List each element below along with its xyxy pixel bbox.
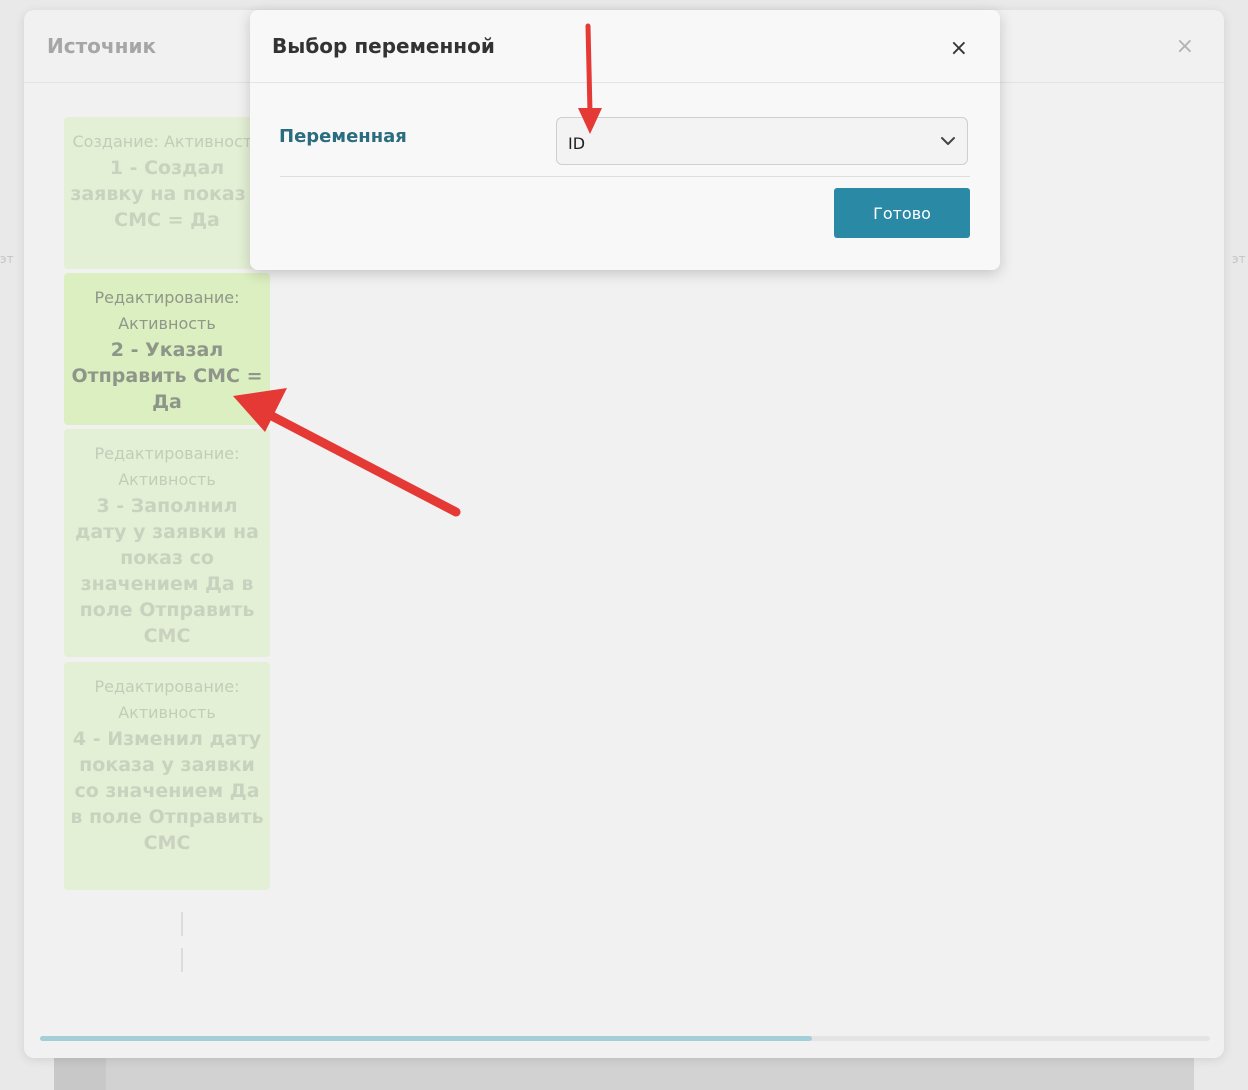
step-card-name: 3 - Заполнил дату у заявки на показ со з… xyxy=(74,495,260,647)
background-edge-text-right: эт xyxy=(1232,252,1246,266)
step-card-kind: Редактирование: Активность xyxy=(94,444,240,489)
flow-connector xyxy=(181,948,183,972)
source-modal-title: Источник xyxy=(47,34,157,58)
step-card-2[interactable]: Редактирование: Активность 2 - Указал От… xyxy=(64,273,270,425)
step-card-kind: Редактирование: Активность xyxy=(94,288,240,333)
step-card-1[interactable]: Создание: Активность 1 - Создал заявку н… xyxy=(64,117,270,269)
variable-modal-divider xyxy=(280,176,970,177)
step-card-name: 1 - Создал заявку на показ с СМС = Да xyxy=(70,157,264,231)
variable-modal: Выбор переменной × Переменная ID Готово xyxy=(250,10,1000,270)
variable-field-label: Переменная xyxy=(279,126,407,147)
step-card-name: 4 - Изменил дату показа у заявки со знач… xyxy=(70,728,264,854)
step-card-kind: Редактирование: Активность xyxy=(94,677,240,722)
done-button[interactable]: Готово xyxy=(834,188,970,238)
flow-connector xyxy=(181,912,183,936)
horizontal-scrollbar-thumb[interactable] xyxy=(40,1036,813,1041)
chevron-down-icon xyxy=(941,137,955,145)
screen: эт эт Источник × Создание: Активность 1 … xyxy=(0,0,1248,1090)
step-card-name: 2 - Указал Отправить СМС = Да xyxy=(71,339,263,413)
step-card-4[interactable]: Редактирование: Активность 4 - Изменил д… xyxy=(64,662,270,890)
variable-modal-header: Выбор переменной × xyxy=(250,10,1000,83)
variable-select[interactable]: ID xyxy=(556,117,968,165)
step-card-kind: Создание: Активность xyxy=(72,132,262,151)
variable-select-value: ID xyxy=(568,134,586,153)
source-modal-close-icon[interactable]: × xyxy=(1176,34,1194,59)
background-footer-tab xyxy=(54,1058,106,1090)
variable-modal-title: Выбор переменной xyxy=(272,34,495,58)
variable-modal-close-icon[interactable]: × xyxy=(950,36,968,61)
horizontal-scrollbar[interactable] xyxy=(40,1036,1210,1041)
background-footer-bar xyxy=(54,1058,1194,1090)
step-card-3[interactable]: Редактирование: Активность 3 - Заполнил … xyxy=(64,429,270,657)
background-edge-text-left: эт xyxy=(0,252,14,266)
